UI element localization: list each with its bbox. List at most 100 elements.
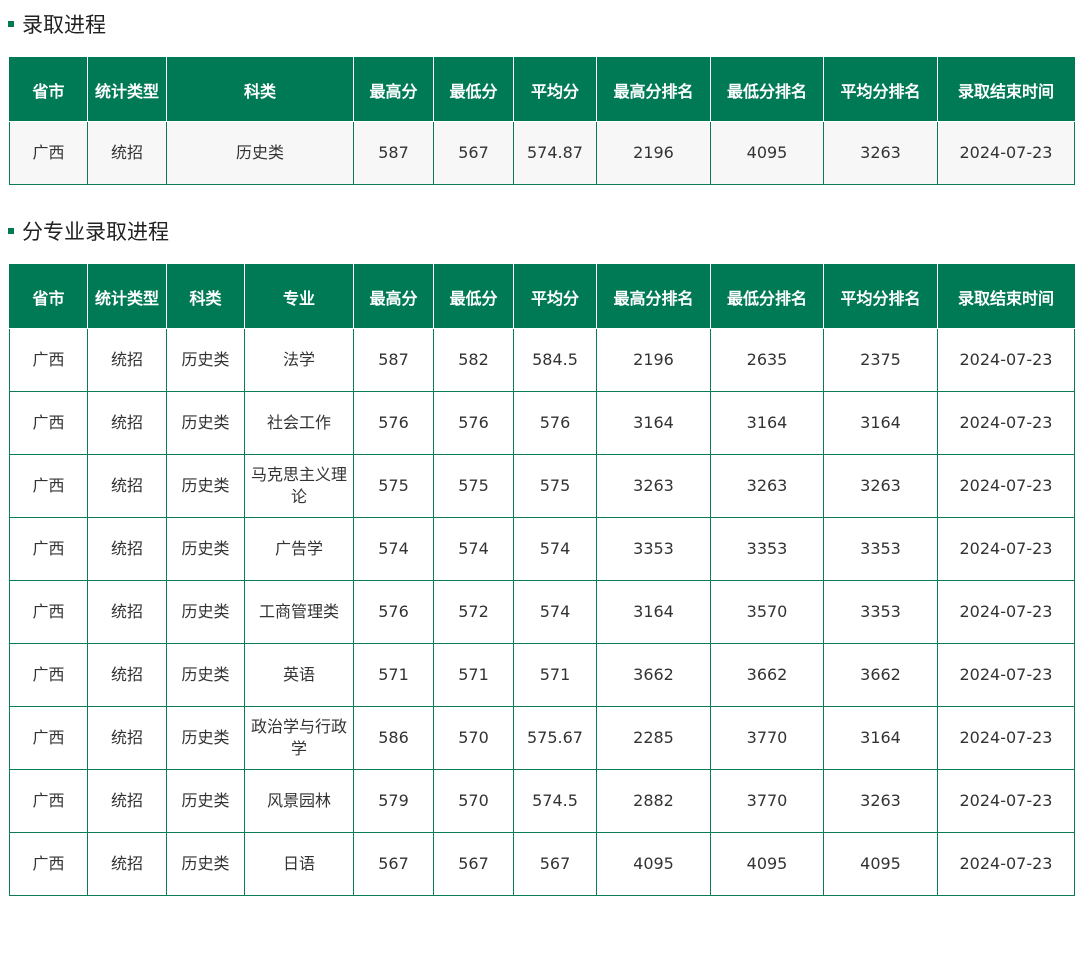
cell-end-date: 2024-07-23: [937, 517, 1075, 581]
cell-avg-rank: 3263: [823, 454, 938, 518]
cell-major: 马克思主义理论: [244, 454, 354, 518]
admission-progress-table: 省市 统计类型 科类 最高分 最低分 平均分 最高分排名 最低分排名 平均分排名…: [9, 57, 1075, 185]
cell-end-date: 2024-07-23: [937, 121, 1075, 185]
cell-max-score: 574: [353, 517, 434, 581]
cell-major: 日语: [244, 832, 354, 896]
cell-avg-rank: 4095: [823, 832, 938, 896]
header-end-date: 录取结束时间: [937, 57, 1075, 122]
cell-stat-type: 统招: [87, 121, 167, 185]
cell-avg-score: 575: [513, 454, 597, 518]
cell-max-rank: 3164: [596, 580, 711, 644]
cell-max-rank: 2196: [596, 121, 711, 185]
cell-stat-type: 统招: [87, 454, 167, 518]
cell-max-score: 571: [353, 643, 434, 707]
cell-max-rank: 2285: [596, 706, 711, 770]
cell-major: 广告学: [244, 517, 354, 581]
cell-min-rank: 3570: [710, 580, 824, 644]
section-title-text: 录取进程: [22, 13, 106, 37]
table-row: 广西 统招 历史类 工商管理类 576 572 574 3164 3570 33…: [9, 580, 1075, 644]
section-title-admission-progress: 录取进程: [8, 9, 106, 39]
cell-min-rank: 3353: [710, 517, 824, 581]
header-category: 科类: [166, 57, 354, 122]
cell-category: 历史类: [166, 832, 245, 896]
cell-end-date: 2024-07-23: [937, 832, 1075, 896]
cell-max-rank: 2196: [596, 328, 711, 392]
section-title-text: 分专业录取进程: [22, 220, 169, 244]
header-min-score: 最低分: [433, 264, 514, 329]
cell-min-score: 567: [433, 121, 514, 185]
table-row: 广西 统招 历史类 风景园林 579 570 574.5 2882 3770 3…: [9, 769, 1075, 833]
cell-province: 广西: [9, 328, 88, 392]
cell-avg-score: 574.87: [513, 121, 597, 185]
cell-end-date: 2024-07-23: [937, 769, 1075, 833]
cell-max-score: 587: [353, 121, 434, 185]
cell-avg-score: 574.5: [513, 769, 597, 833]
cell-major: 风景园林: [244, 769, 354, 833]
cell-max-score: 575: [353, 454, 434, 518]
header-max-score: 最高分: [353, 264, 434, 329]
major-admission-progress-table: 省市 统计类型 科类 专业 最高分 最低分 平均分 最高分排名 最低分排名 平均…: [9, 264, 1075, 896]
cell-max-score: 576: [353, 580, 434, 644]
cell-major: 社会工作: [244, 391, 354, 455]
header-avg-score: 平均分: [513, 57, 597, 122]
cell-min-score: 571: [433, 643, 514, 707]
header-min-rank: 最低分排名: [710, 264, 824, 329]
cell-avg-score: 571: [513, 643, 597, 707]
cell-end-date: 2024-07-23: [937, 643, 1075, 707]
cell-avg-score: 576: [513, 391, 597, 455]
cell-max-score: 576: [353, 391, 434, 455]
cell-min-rank: 3263: [710, 454, 824, 518]
cell-avg-rank: 3164: [823, 706, 938, 770]
cell-avg-score: 584.5: [513, 328, 597, 392]
cell-min-score: 570: [433, 769, 514, 833]
cell-stat-type: 统招: [87, 391, 167, 455]
cell-min-score: 567: [433, 832, 514, 896]
section-marker-icon: [8, 21, 14, 27]
cell-min-score: 575: [433, 454, 514, 518]
header-max-rank: 最高分排名: [596, 264, 711, 329]
header-stat-type: 统计类型: [87, 57, 167, 122]
header-province: 省市: [9, 57, 88, 122]
cell-max-score: 587: [353, 328, 434, 392]
header-max-score: 最高分: [353, 57, 434, 122]
header-max-rank: 最高分排名: [596, 57, 711, 122]
cell-max-rank: 3263: [596, 454, 711, 518]
header-major: 专业: [244, 264, 354, 329]
header-avg-score: 平均分: [513, 264, 597, 329]
cell-major: 政治学与行政学: [244, 706, 354, 770]
cell-avg-score: 575.67: [513, 706, 597, 770]
header-category: 科类: [166, 264, 245, 329]
cell-min-score: 572: [433, 580, 514, 644]
cell-max-rank: 3353: [596, 517, 711, 581]
table-row: 广西 统招 历史类 日语 567 567 567 4095 4095 4095 …: [9, 832, 1075, 896]
cell-max-rank: 4095: [596, 832, 711, 896]
section-title-major-admission-progress: 分专业录取进程: [8, 216, 169, 246]
cell-min-rank: 3164: [710, 391, 824, 455]
header-avg-rank: 平均分排名: [823, 57, 938, 122]
cell-stat-type: 统招: [87, 580, 167, 644]
table-row: 广西 统招 历史类 英语 571 571 571 3662 3662 3662 …: [9, 643, 1075, 707]
cell-major: 工商管理类: [244, 580, 354, 644]
cell-avg-rank: 3263: [823, 121, 938, 185]
cell-category: 历史类: [166, 769, 245, 833]
section-marker-icon: [8, 228, 14, 234]
cell-max-rank: 3662: [596, 643, 711, 707]
table-row: 广西 统招 历史类 587 567 574.87 2196 4095 3263 …: [9, 121, 1075, 185]
cell-province: 广西: [9, 121, 88, 185]
cell-province: 广西: [9, 832, 88, 896]
cell-province: 广西: [9, 769, 88, 833]
cell-max-rank: 2882: [596, 769, 711, 833]
table-row: 广西 统招 历史类 法学 587 582 584.5 2196 2635 237…: [9, 328, 1075, 392]
cell-province: 广西: [9, 580, 88, 644]
cell-min-rank: 3662: [710, 643, 824, 707]
cell-major: 英语: [244, 643, 354, 707]
cell-stat-type: 统招: [87, 769, 167, 833]
cell-category: 历史类: [166, 706, 245, 770]
cell-avg-score: 567: [513, 832, 597, 896]
header-min-score: 最低分: [433, 57, 514, 122]
cell-province: 广西: [9, 517, 88, 581]
cell-stat-type: 统招: [87, 832, 167, 896]
cell-province: 广西: [9, 391, 88, 455]
header-min-rank: 最低分排名: [710, 57, 824, 122]
cell-avg-score: 574: [513, 517, 597, 581]
